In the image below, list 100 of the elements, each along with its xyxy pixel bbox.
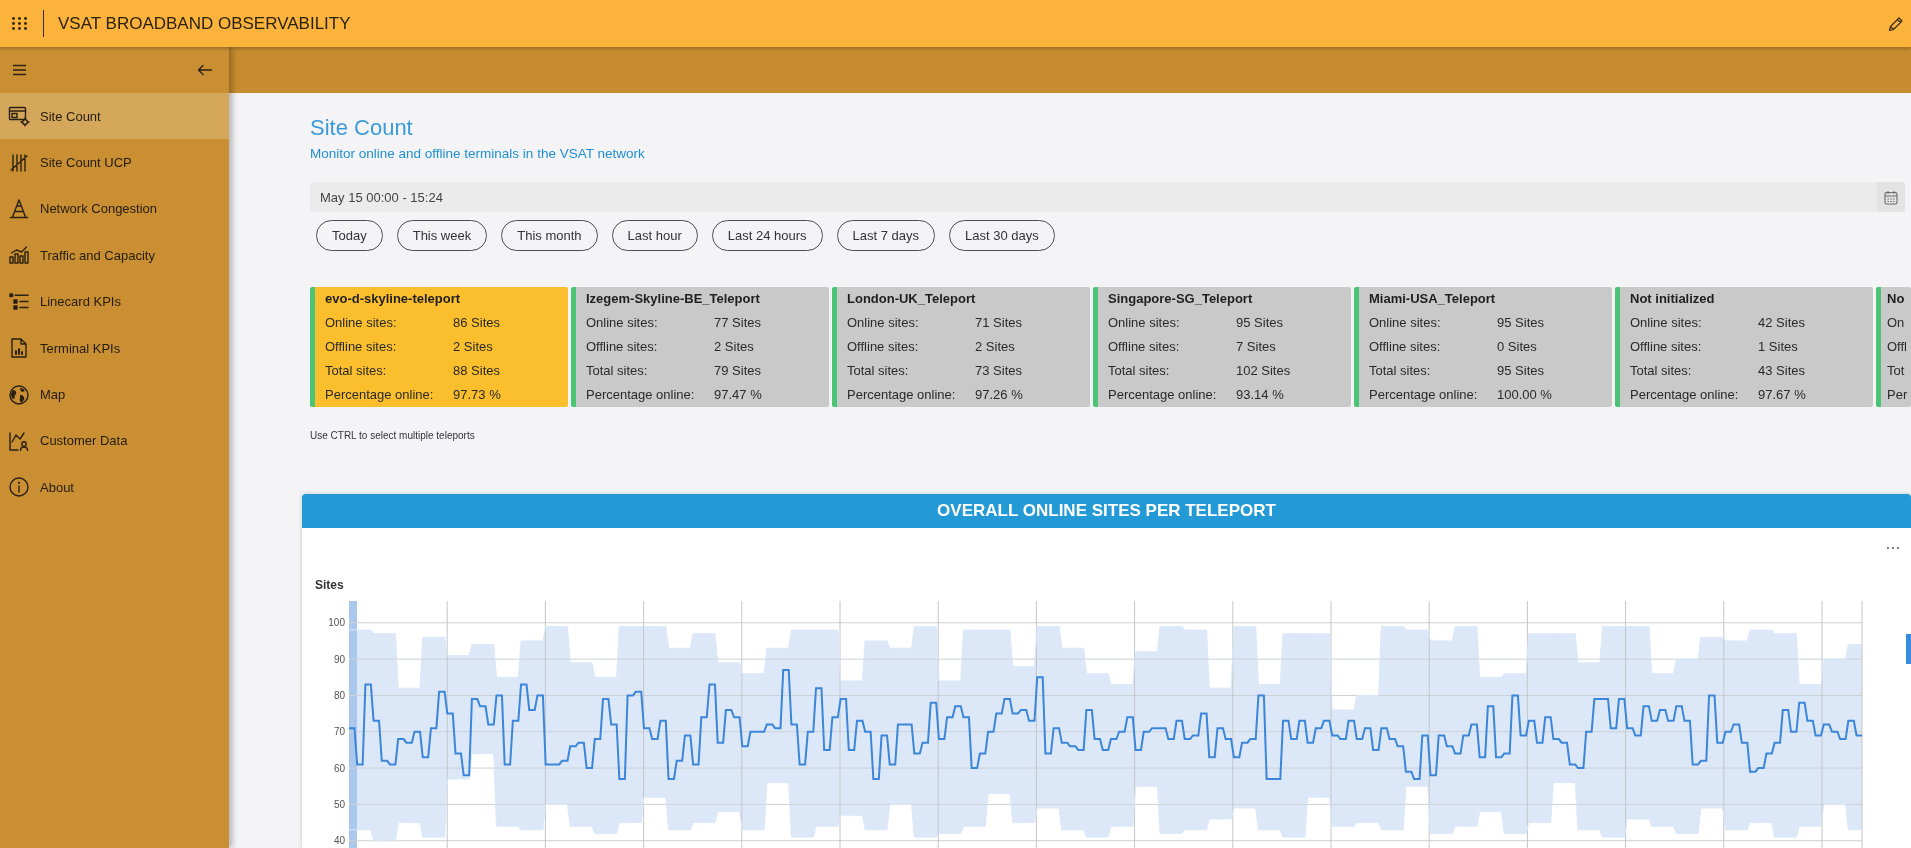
stat-value: 7 Sites	[1236, 338, 1276, 356]
stat-value: 79 Sites	[714, 362, 761, 380]
stat-value: 86 Sites	[453, 314, 500, 332]
teleport-card[interactable]: evo-d-skyline-teleport Online sites: 86 Sites Offline sites: 2 Sites Total sites: 88 Sites Percentage online: 97.73 %	[310, 287, 568, 407]
teleport-card[interactable]: No On Offl Tot Per	[1876, 287, 1911, 407]
tick-label: 50	[333, 798, 345, 810]
teleport-name: Izegem-Skyline-BE_Teleport	[586, 290, 760, 308]
stat-value: 95 Sites	[1236, 314, 1283, 332]
stat-value: 43 Sites	[1758, 362, 1805, 380]
sidebar-item[interactable]: Site Count	[0, 93, 229, 140]
stat-value: 95 Sites	[1497, 362, 1544, 380]
stat-label: Offline sites:	[847, 338, 919, 356]
calendar-button[interactable]	[1877, 182, 1905, 212]
stat-label: Offline sites:	[586, 338, 658, 356]
page-subtitle: Monitor online and offline terminals in the VSAT network	[310, 145, 645, 163]
tally-icon	[8, 151, 30, 174]
stat-label: Online sites:	[325, 314, 397, 332]
stat-value: 0 Sites	[1497, 338, 1537, 356]
stat-label: Offl	[1887, 338, 1907, 356]
calendar-icon	[1884, 189, 1898, 205]
date-range-field[interactable]: May 15 00:00 - 15:24	[310, 182, 1877, 212]
stat-value: 2 Sites	[975, 338, 1015, 356]
stat-value: 97.73 %	[453, 386, 501, 404]
app-title: VSAT BROADBAND OBSERVABILITY	[58, 13, 351, 34]
menu-icon[interactable]	[12, 64, 27, 76]
hint-text: Use CTRL to select multiple teleports	[310, 429, 475, 443]
stat-value: 102 Sites	[1236, 362, 1291, 380]
stat-label: Percentage online:	[847, 386, 956, 404]
stat-value: 71 Sites	[975, 314, 1022, 332]
stat-value: 97.26 %	[975, 386, 1023, 404]
stat-label: Percentage online:	[1108, 386, 1217, 404]
stat-label: Offline sites:	[1369, 338, 1441, 356]
page-title: Site Count	[310, 115, 413, 141]
chart-person-icon	[8, 429, 30, 452]
stat-value: 97.47 %	[714, 386, 762, 404]
tick-label: 60	[333, 762, 345, 774]
stat-label: Offline sites:	[325, 338, 397, 356]
window-gear-icon	[8, 105, 30, 128]
tick-label: 70	[333, 726, 345, 738]
axis-title: Sites	[315, 578, 344, 592]
bar-chart-icon	[8, 244, 30, 267]
stat-value: 100.00 %	[1497, 386, 1552, 404]
stat-value: 97.67 %	[1758, 386, 1806, 404]
stat-label: Tot	[1887, 362, 1905, 380]
sidebar-item[interactable]: About	[0, 464, 229, 511]
sidebar-item[interactable]: Terminal KPIs	[0, 324, 229, 372]
tick-label: 90	[333, 653, 345, 665]
stat-value: 73 Sites	[975, 362, 1022, 380]
tick-label: 40	[333, 835, 345, 847]
stat-label: Total sites:	[847, 362, 909, 380]
stat-label: On	[1887, 314, 1905, 332]
stat-label: Per	[1887, 386, 1908, 404]
stat-label: Total sites:	[1630, 362, 1692, 380]
stat-label: Total sites:	[1108, 362, 1170, 380]
tick-label: 80	[333, 689, 345, 701]
stat-value: 42 Sites	[1758, 314, 1805, 332]
stat-value: 2 Sites	[714, 338, 754, 356]
tick-label: 100	[328, 617, 345, 629]
stat-label: Percentage online:	[586, 386, 695, 404]
globe-icon	[8, 383, 30, 406]
teleport-name: London-UK_Teleport	[847, 290, 976, 308]
stat-label: Online sites:	[1630, 314, 1702, 332]
stat-label: Online sites:	[1108, 314, 1180, 332]
stat-label: Total sites:	[1369, 362, 1431, 380]
sidebar-item[interactable]: Map	[0, 371, 229, 418]
tower-icon	[8, 197, 30, 220]
teleport-card[interactable]: Miami-USA_Teleport Online sites: 95 Sites Offline sites: 0 Sites Total sites: 95 Sites Percentage online: 100.00 %	[1354, 287, 1612, 407]
teleport-card[interactable]: Not initialized Online sites: 42 Sites Offline sites: 1 Sites Total sites: 43 Sites Percentage online: 97.67 %	[1615, 287, 1873, 407]
stat-label: Percentage online:	[325, 386, 434, 404]
sidebar-item[interactable]: Traffic and Capacity	[0, 232, 229, 279]
stat-label: Online sites:	[1369, 314, 1441, 332]
stat-value: 95 Sites	[1497, 314, 1544, 332]
info-icon	[8, 476, 30, 499]
sidebar-item[interactable]: Customer Data	[0, 417, 229, 465]
stat-label: Online sites:	[847, 314, 919, 332]
pencil-icon[interactable]	[1888, 15, 1904, 32]
stat-label: Percentage online:	[1630, 386, 1739, 404]
teleport-card[interactable]: Singapore-SG_Teleport Online sites: 95 Sites Offline sites: 7 Sites Total sites: 102 Sites Percentage online: 93.14 %	[1093, 287, 1351, 407]
side-marker-icon	[1906, 634, 1911, 664]
stat-label: Online sites:	[586, 314, 658, 332]
chart-title: OVERALL ONLINE SITES PER TELEPORT	[937, 501, 1276, 521]
teleport-name: evo-d-skyline-teleport	[325, 290, 461, 308]
app-grid-icon[interactable]	[12, 17, 27, 30]
stat-value: 2 Sites	[453, 338, 493, 356]
stat-label: Total sites:	[325, 362, 387, 380]
document-chart-icon	[8, 337, 30, 360]
stat-value: 77 Sites	[714, 314, 761, 332]
stat-value: 1 Sites	[1758, 338, 1798, 356]
teleport-name: Not initialized	[1630, 290, 1715, 308]
back-arrow-icon[interactable]	[197, 64, 212, 76]
teleport-name: Singapore-SG_Teleport	[1108, 290, 1253, 308]
teleport-card[interactable]: Izegem-Skyline-BE_Teleport Online sites: 77 Sites Offline sites: 2 Sites Total sites: 79 Sites Percentage online: 97.47 %	[571, 287, 829, 407]
stat-label: Offline sites:	[1630, 338, 1702, 356]
sidebar-item[interactable]: Linecard KPIs	[0, 278, 229, 325]
stat-label: Total sites:	[586, 362, 648, 380]
teleport-card[interactable]: London-UK_Teleport Online sites: 71 Sites Offline sites: 2 Sites Total sites: 73 Sites Percentage online: 97.26 %	[832, 287, 1090, 407]
sidebar-item[interactable]: Network Congestion	[0, 185, 229, 233]
stat-value: 93.14 %	[1236, 386, 1284, 404]
list-icon	[8, 290, 30, 313]
sidebar-item[interactable]: Site Count UCP	[0, 139, 229, 186]
